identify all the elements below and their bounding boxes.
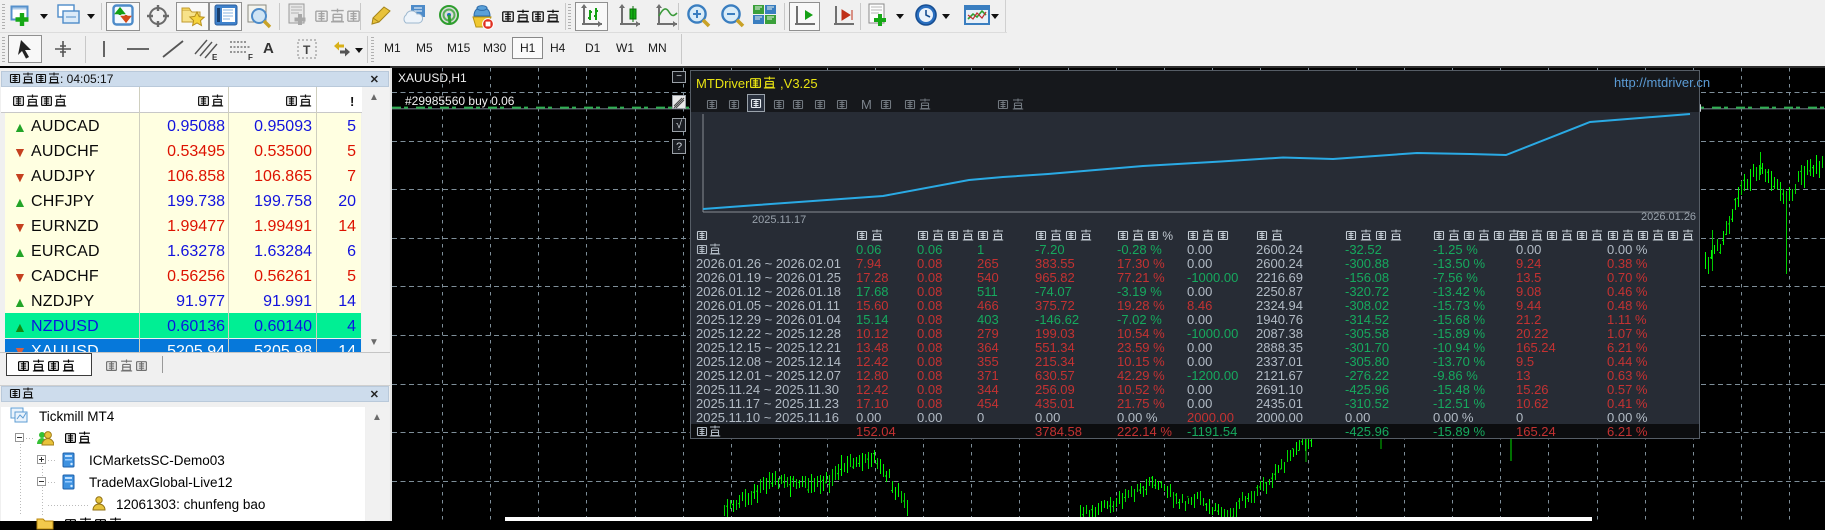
svg-text:E: E [212, 53, 218, 61]
svg-text:F: F [248, 53, 253, 61]
svg-text:T: T [303, 43, 311, 57]
